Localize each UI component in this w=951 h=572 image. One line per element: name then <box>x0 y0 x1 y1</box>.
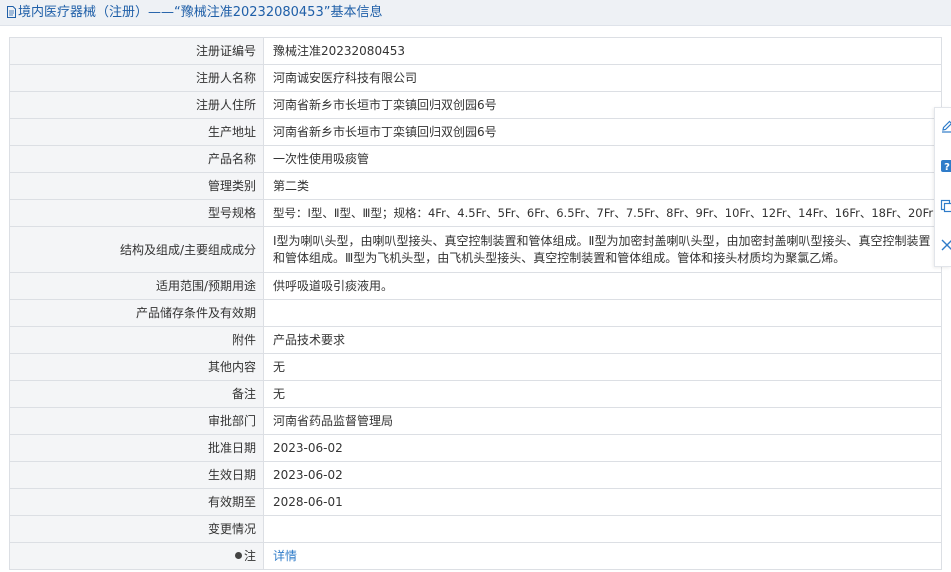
table-row: 结构及组成/主要组成成分 Ⅰ型为喇叭头型，由喇叭型接头、真空控制装置和管体组成。… <box>9 226 942 273</box>
row-label: 管理类别 <box>9 172 264 200</box>
row-label: 备注 <box>9 380 264 408</box>
table-row: 生效日期 2023-06-02 <box>9 461 942 489</box>
row-value <box>263 299 942 327</box>
row-label: 注册人名称 <box>9 64 264 92</box>
row-label: 注册证编号 <box>9 37 264 65</box>
row-value: 供呼吸道吸引痰液用。 <box>263 272 942 300</box>
row-label: 生产地址 <box>9 118 264 146</box>
row-label: 注册人住所 <box>9 91 264 119</box>
table-row: 适用范围/预期用途 供呼吸道吸引痰液用。 <box>9 272 942 300</box>
row-label: 产品名称 <box>9 145 264 173</box>
table-row: 变更情况 <box>9 515 942 543</box>
row-label: 产品储存条件及有效期 <box>9 299 264 327</box>
row-value: 2028-06-01 <box>263 488 942 516</box>
table-row: 其他内容 无 <box>9 353 942 381</box>
row-label: 生效日期 <box>9 461 264 489</box>
table-row: 产品储存条件及有效期 <box>9 299 942 327</box>
row-label: 审批部门 <box>9 407 264 435</box>
row-value: 产品技术要求 <box>263 326 942 354</box>
table-row: 审批部门 河南省药品监督管理局 <box>9 407 942 435</box>
table-row: 注册人名称 河南诚安医疗科技有限公司 <box>9 64 942 92</box>
help-icon[interactable]: ? <box>940 159 951 173</box>
row-value: 型号：Ⅰ型、Ⅱ型、Ⅲ型；规格：4Fr、4.5Fr、5Fr、6Fr、6.5Fr、7… <box>263 199 942 227</box>
row-label: 适用范围/预期用途 <box>9 272 264 300</box>
row-value: 2023-06-02 <box>263 461 942 489</box>
table-row: 附件 产品技术要求 <box>9 326 942 354</box>
page-title: 境内医疗器械（注册）——“豫械注准20232080453”基本信息 <box>18 5 383 20</box>
row-value: 豫械注准20232080453 <box>263 37 942 65</box>
detail-cell: 详情 <box>263 542 942 570</box>
table-row: 有效期至 2028-06-01 <box>9 488 942 516</box>
table-row: 备注 无 <box>9 380 942 408</box>
row-value: 无 <box>263 380 942 408</box>
row-value: 河南省药品监督管理局 <box>263 407 942 435</box>
row-value: 无 <box>263 353 942 381</box>
table-row: 管理类别 第二类 <box>9 172 942 200</box>
side-toolbar: ? <box>934 107 951 267</box>
row-label: 型号规格 <box>9 199 264 227</box>
note-label-cell: 注 <box>9 542 264 570</box>
svg-text:?: ? <box>944 162 950 173</box>
table-row: 型号规格 型号：Ⅰ型、Ⅱ型、Ⅲ型；规格：4Fr、4.5Fr、5Fr、6Fr、6.… <box>9 199 942 227</box>
row-value: 2023-06-02 <box>263 434 942 462</box>
row-label: 批准日期 <box>9 434 264 462</box>
row-value: 河南诚安医疗科技有限公司 <box>263 64 942 92</box>
table-row: 生产地址 河南省新乡市长垣市丁栾镇回归双创园6号 <box>9 118 942 146</box>
table-row: 注册证编号 豫械注准20232080453 <box>9 37 942 65</box>
row-label: 有效期至 <box>9 488 264 516</box>
table-row: 批准日期 2023-06-02 <box>9 434 942 462</box>
row-value: Ⅰ型为喇叭头型，由喇叭型接头、真空控制装置和管体组成。Ⅱ型为加密封盖喇叭头型，由… <box>263 226 942 273</box>
row-value: 河南省新乡市长垣市丁栾镇回归双创园6号 <box>263 91 942 119</box>
detail-link[interactable]: 详情 <box>273 549 297 563</box>
row-label: 附件 <box>9 326 264 354</box>
row-value: 一次性使用吸痰管 <box>263 145 942 173</box>
table-row: 注 详情 <box>9 542 942 570</box>
note-dot-icon <box>234 552 242 559</box>
row-value <box>263 515 942 543</box>
row-label: 变更情况 <box>9 515 264 543</box>
info-table: 注册证编号 豫械注准20232080453 注册人名称 河南诚安医疗科技有限公司… <box>9 37 942 570</box>
row-value: 第二类 <box>263 172 942 200</box>
document-icon <box>7 6 16 18</box>
table-row: 注册人住所 河南省新乡市长垣市丁栾镇回归双创园6号 <box>9 91 942 119</box>
title-bar: 境内医疗器械（注册）——“豫械注准20232080453”基本信息 <box>0 0 951 26</box>
row-label: 其他内容 <box>9 353 264 381</box>
row-label: 注 <box>243 549 256 563</box>
edit-icon[interactable] <box>940 120 951 134</box>
close-icon[interactable] <box>940 238 951 252</box>
copy-icon[interactable] <box>940 199 951 213</box>
row-label: 结构及组成/主要组成成分 <box>9 226 264 273</box>
table-row: 产品名称 一次性使用吸痰管 <box>9 145 942 173</box>
row-value: 河南省新乡市长垣市丁栾镇回归双创园6号 <box>263 118 942 146</box>
